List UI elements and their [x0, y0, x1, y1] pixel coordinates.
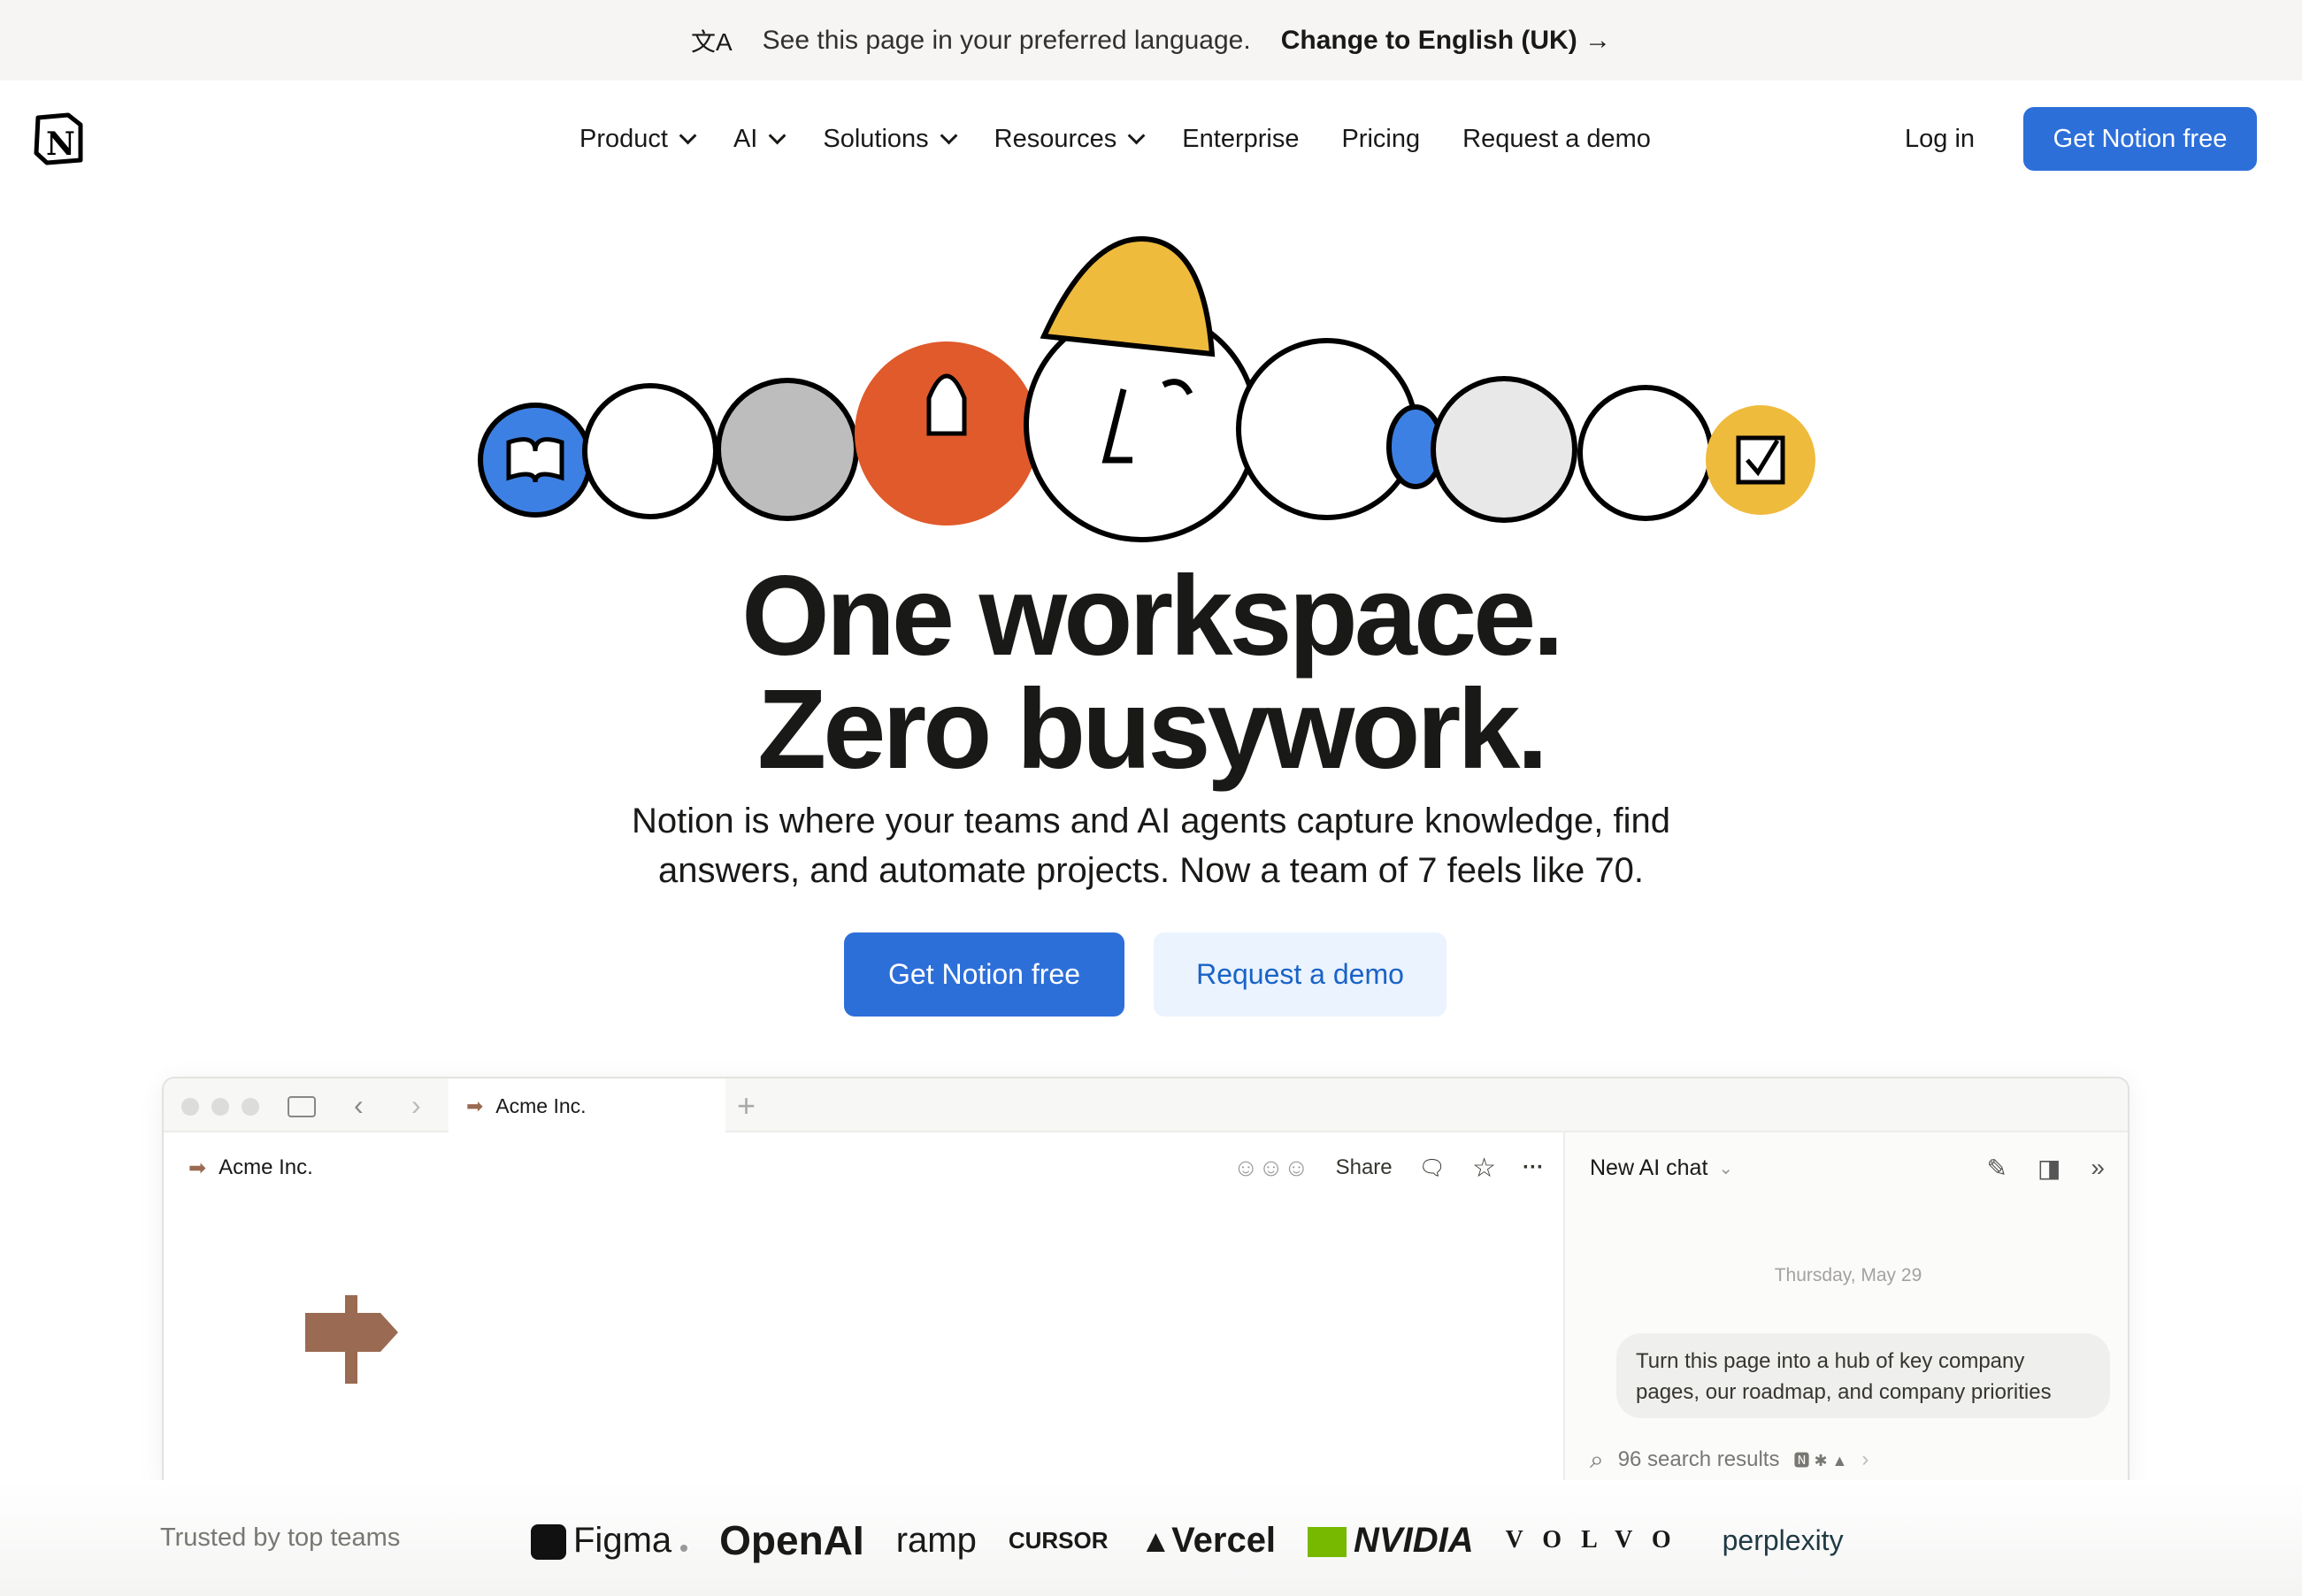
logo-nvidia: NVIDIA [1308, 1521, 1474, 1561]
collapse-icon[interactable]: » [2091, 1154, 2105, 1182]
tab-acme[interactable]: ➡ Acme Inc. [449, 1078, 725, 1134]
more-icon[interactable]: ··· [1523, 1155, 1544, 1180]
source-icons: 🅽 ✱ ▲ [1793, 1452, 1848, 1469]
search-results-label: 96 search results [1617, 1447, 1780, 1471]
new-chat-icon[interactable]: ✎ [1986, 1154, 2007, 1183]
language-banner: 文A See this page in your preferred langu… [0, 0, 2302, 81]
get-notion-free-button[interactable]: Get Notion free [2023, 107, 2257, 171]
nav-solutions[interactable]: Solutions [823, 124, 958, 154]
search-icon: ⌕ [1590, 1445, 1604, 1473]
logo-openai: OpenAI [719, 1517, 864, 1563]
panel-icon[interactable]: ◨ [2037, 1154, 2060, 1183]
logo-perplexity: perplexity [1722, 1523, 1844, 1556]
top-nav: N Product AI Solutions Resources Enterpr… [0, 107, 2302, 171]
nav-ai[interactable]: AI [733, 124, 787, 154]
logo-ramp: ramp [895, 1520, 977, 1560]
subtitle-line: Notion is where your teams and AI agents… [631, 802, 1671, 840]
face-plain [1577, 385, 1714, 521]
login-link[interactable]: Log in [1905, 107, 1975, 171]
signpost-icon: ➡ [188, 1155, 207, 1180]
logo-vercel: ▲Vercel [1139, 1520, 1277, 1560]
headline-line-2: Zero busywork. [757, 666, 1548, 793]
hero-illustration [478, 235, 1815, 542]
page-signpost-icon [305, 1295, 398, 1384]
app-preview-window: ‹ › ➡ Acme Inc. + ➡ Acme Inc. ☺☺☺ Share 🗨 … [162, 1077, 2129, 1492]
customer-logos: Figma OpenAI ramp CURSOR ▲Vercel NVIDIA … [531, 1508, 1844, 1572]
chevron-down-icon [679, 127, 697, 145]
star-icon[interactable]: ☆ [1472, 1153, 1496, 1184]
nav-label: Solutions [823, 124, 929, 153]
nav-resources[interactable]: Resources [994, 124, 1146, 154]
banner-message: See this page in your preferred language… [762, 25, 1251, 55]
share-button[interactable]: Share [1336, 1155, 1393, 1180]
ai-chat-panel: New AI chat ⌄ ✎ ◨ » Thursday, May 29 Turn t… [1563, 1132, 2128, 1492]
tab-label: Acme Inc. [495, 1094, 587, 1117]
chevron-down-icon: ⌄ [1718, 1158, 1734, 1178]
new-tab-icon[interactable]: + [737, 1087, 756, 1124]
nav-label: Product [579, 124, 668, 153]
face-hair [716, 378, 859, 521]
ai-chat-title[interactable]: New AI chat ⌄ [1590, 1132, 1733, 1203]
face-glasses [582, 383, 718, 519]
signpost-icon: ➡ [466, 1094, 484, 1117]
subtitle-line: answers, and automate projects. Now a te… [658, 851, 1644, 890]
chevron-down-icon [768, 127, 787, 145]
logo-volvo: VOLVO [1505, 1526, 1691, 1554]
logo-figma: Figma [531, 1521, 688, 1561]
face-woman [1431, 376, 1577, 523]
nav-enterprise[interactable]: Enterprise [1182, 125, 1299, 154]
nav-label: Resources [994, 124, 1117, 153]
back-icon[interactable]: ‹ [354, 1089, 364, 1122]
translate-icon: 文A [690, 27, 733, 56]
notion-logo[interactable]: N [33, 112, 86, 165]
trusted-label: Trusted by top teams [160, 1523, 401, 1552]
window-zoom-dot[interactable] [242, 1098, 259, 1116]
chat-date: Thursday, May 29 [1774, 1265, 1922, 1285]
tab-bar: ‹ › ➡ Acme Inc. + [164, 1078, 2128, 1134]
headline-line-1: One workspace. [741, 553, 1564, 679]
svg-text:N: N [46, 126, 75, 163]
collaborator-avatars[interactable]: ☺☺☺ [1233, 1154, 1309, 1182]
change-language-link[interactable]: Change to English (UK) → [1281, 26, 1611, 56]
hero-request-demo-button[interactable]: Request a demo [1154, 932, 1446, 1017]
ai-chat-label: New AI chat [1590, 1155, 1708, 1180]
breadcrumb-title[interactable]: Acme Inc. [219, 1155, 313, 1180]
comment-icon[interactable]: 🗨 [1419, 1155, 1446, 1181]
window-close-dot[interactable] [181, 1098, 199, 1116]
hero-subtitle: Notion is where your teams and AI agents… [0, 796, 2302, 895]
nav-request-demo[interactable]: Request a demo [1462, 125, 1651, 154]
chevron-down-icon [1127, 127, 1146, 145]
logo-cursor: CURSOR [1008, 1526, 1109, 1554]
page-actions: ☺☺☺ Share 🗨 ☆ ··· [1233, 1132, 1544, 1203]
user-message: Turn this page into a hub of key company… [1616, 1333, 2110, 1418]
chevron-down-icon [940, 127, 958, 145]
hero-get-notion-free-button[interactable]: Get Notion free [844, 932, 1124, 1017]
forward-icon[interactable]: › [411, 1089, 421, 1122]
nav-label: AI [733, 124, 758, 153]
search-results-row[interactable]: ⌕ 96 search results 🅽 ✱ ▲ › [1590, 1433, 1868, 1486]
nav-pricing[interactable]: Pricing [1341, 125, 1420, 154]
chevron-right-icon: › [1861, 1447, 1869, 1471]
sidebar-toggle-icon[interactable] [288, 1096, 316, 1117]
window-minimize-dot[interactable] [211, 1098, 229, 1116]
nav-product[interactable]: Product [579, 124, 697, 154]
